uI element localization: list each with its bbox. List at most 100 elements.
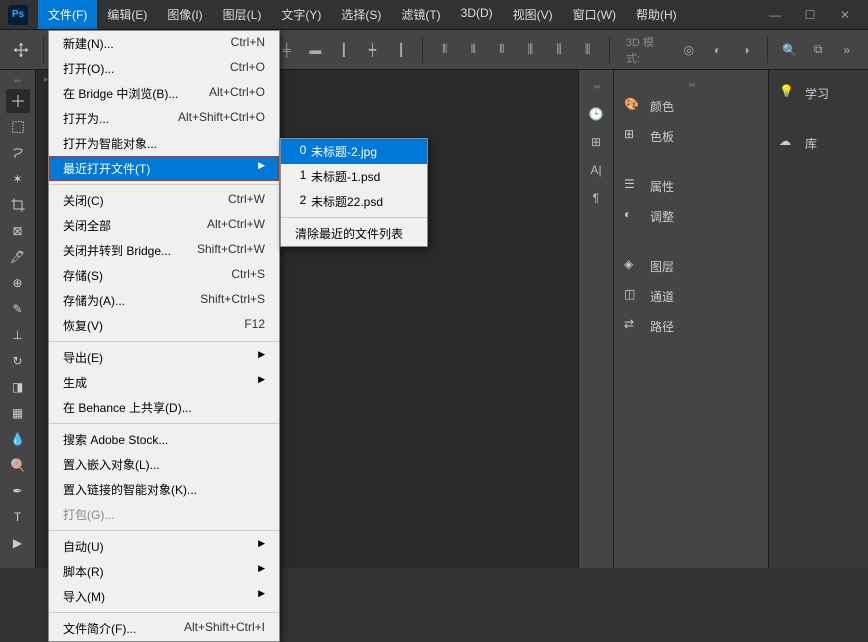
ruler-panel-icon[interactable]: ⊞ xyxy=(591,135,601,149)
panel-label: 库 xyxy=(805,135,817,152)
expand-icon[interactable]: » xyxy=(835,38,858,62)
brush-tool[interactable]: ✎ xyxy=(6,297,30,321)
properties-panel[interactable]: ☰属性 xyxy=(614,171,768,201)
dodge-tool[interactable]: 🍭 xyxy=(6,453,30,477)
adjustments-panel[interactable]: ◐调整 xyxy=(614,201,768,231)
share-icon[interactable]: ⧉ xyxy=(807,38,830,62)
menu-7[interactable]: 3D(D) xyxy=(451,0,503,29)
file-menu-item[interactable]: 新建(N)...Ctrl+N xyxy=(49,31,279,56)
search-icon[interactable]: 🔍 xyxy=(778,38,801,62)
learn-panel-stack: 💡学习 ☁库 xyxy=(768,70,868,568)
file-menu-item[interactable]: 存储(S)Ctrl+S xyxy=(49,263,279,288)
clear-recent[interactable]: 清除最近的文件列表 xyxy=(281,221,427,246)
menu-5[interactable]: 选择(S) xyxy=(331,0,391,29)
file-menu-item[interactable]: 最近打开文件(T) xyxy=(49,156,279,181)
eraser-tool[interactable]: ◨ xyxy=(6,375,30,399)
file-menu-item[interactable]: 存储为(A)...Shift+Ctrl+S xyxy=(49,288,279,313)
file-menu-item[interactable]: 关闭(C)Ctrl+W xyxy=(49,188,279,213)
move-tool[interactable] xyxy=(6,89,30,113)
minimize-button[interactable]: — xyxy=(765,8,785,22)
crop-tool[interactable] xyxy=(6,193,30,217)
move-tool-icon[interactable] xyxy=(10,38,33,62)
file-menu-item[interactable]: 自动(U) xyxy=(49,534,279,559)
file-menu-item[interactable]: 在 Bridge 中浏览(B)...Alt+Ctrl+O xyxy=(49,81,279,106)
file-menu-item[interactable]: 导出(E) xyxy=(49,345,279,370)
mode3d-zoom-icon[interactable]: ◑ xyxy=(735,38,758,62)
gradient-tool[interactable]: ▦ xyxy=(6,401,30,425)
file-menu-item[interactable]: 脚本(R) xyxy=(49,559,279,584)
file-menu-item[interactable]: 置入链接的智能对象(K)... xyxy=(49,477,279,502)
char-panel-icon[interactable]: A| xyxy=(590,163,601,177)
file-menu-item[interactable]: 恢复(V)F12 xyxy=(49,313,279,338)
layers-panel[interactable]: ◈图层 xyxy=(614,251,768,281)
menu-6[interactable]: 滤镜(T) xyxy=(391,0,450,29)
blur-tool[interactable]: 💧 xyxy=(6,427,30,451)
panel-stack: ◂◂ 🎨颜色 ⊞色板 ☰属性 ◐调整 ◈图层 ◫通道 ⇄路径 xyxy=(614,70,768,568)
healing-tool[interactable]: ⊕ xyxy=(6,271,30,295)
panel-label: 色板 xyxy=(650,128,674,145)
grip-icon: ◂◂ xyxy=(614,80,768,89)
close-button[interactable]: ✕ xyxy=(835,8,855,22)
file-menu-item[interactable]: 打开为...Alt+Shift+Ctrl+O xyxy=(49,106,279,131)
file-menu-item[interactable]: 导入(M) xyxy=(49,584,279,609)
maximize-button[interactable]: ☐ xyxy=(800,8,820,22)
marquee-tool[interactable] xyxy=(6,115,30,139)
path-select-tool[interactable]: ▶ xyxy=(6,531,30,555)
file-menu-item[interactable]: 关闭并转到 Bridge...Shift+Ctrl+W xyxy=(49,238,279,263)
file-menu-item[interactable]: 打开(O)...Ctrl+O xyxy=(49,56,279,81)
grip-icon: ◂◂ xyxy=(593,82,599,91)
file-menu-item[interactable]: 打开为智能对象... xyxy=(49,131,279,156)
distribute-icon[interactable]: ⫼ xyxy=(576,38,599,62)
type-tool[interactable]: T xyxy=(6,505,30,529)
swatches-panel[interactable]: ⊞色板 xyxy=(614,121,768,151)
file-menu-item[interactable]: 打包(G)... xyxy=(49,502,279,527)
panel-label: 调整 xyxy=(650,208,674,225)
learn-panel[interactable]: 💡学习 xyxy=(769,78,868,108)
panel-label: 学习 xyxy=(805,85,829,102)
file-menu-item[interactable]: 在 Behance 上共享(D)... xyxy=(49,395,279,420)
distribute-icon[interactable]: ⫴ xyxy=(462,38,485,62)
distribute-icon[interactable]: ⫴ xyxy=(433,38,456,62)
paths-panel[interactable]: ⇄路径 xyxy=(614,311,768,341)
menu-9[interactable]: 窗口(W) xyxy=(563,0,626,29)
align-icon[interactable]: ┿ xyxy=(361,38,384,62)
eyedropper-tool[interactable]: 🖊 xyxy=(6,245,30,269)
lasso-tool[interactable] xyxy=(6,141,30,165)
library-panel[interactable]: ☁库 xyxy=(769,128,868,158)
file-menu-item[interactable]: 文件简介(F)...Alt+Shift+Ctrl+I xyxy=(49,616,279,641)
distribute-icon[interactable]: ⫴ xyxy=(491,38,514,62)
color-panel[interactable]: 🎨颜色 xyxy=(614,91,768,121)
align-icon[interactable]: ┃ xyxy=(390,38,413,62)
menu-1[interactable]: 编辑(E) xyxy=(97,0,157,29)
file-menu-item[interactable]: 生成 xyxy=(49,370,279,395)
menu-0[interactable]: 文件(F) xyxy=(38,0,97,29)
recent-file-item[interactable]: 0 未标题-2.jpg xyxy=(281,139,427,164)
menu-4[interactable]: 文字(Y) xyxy=(271,0,331,29)
align-icon[interactable]: ▬ xyxy=(304,38,327,62)
file-menu-item[interactable]: 关闭全部Alt+Ctrl+W xyxy=(49,213,279,238)
recent-file-item[interactable]: 2 未标题22.psd xyxy=(281,189,427,214)
menu-10[interactable]: 帮助(H) xyxy=(626,0,687,29)
menu-8[interactable]: 视图(V) xyxy=(503,0,563,29)
stamp-tool[interactable]: ⊥ xyxy=(6,323,30,347)
history-panel-icon[interactable]: 🕒 xyxy=(589,107,604,121)
align-icon[interactable]: ┃ xyxy=(333,38,356,62)
file-menu-item[interactable]: 置入嵌入对象(L)... xyxy=(49,452,279,477)
window-controls: — ☐ ✕ xyxy=(765,8,855,22)
pen-tool[interactable]: ✒ xyxy=(6,479,30,503)
mode3d-pan-icon[interactable]: ◐ xyxy=(706,38,729,62)
quick-select-tool[interactable]: ✶ xyxy=(6,167,30,191)
panel-label: 图层 xyxy=(650,258,674,275)
distribute-icon[interactable]: ⫼ xyxy=(548,38,571,62)
distribute-icon[interactable]: ⫼ xyxy=(519,38,542,62)
panel-label: 颜色 xyxy=(650,98,674,115)
frame-tool[interactable]: ⊠ xyxy=(6,219,30,243)
channels-panel[interactable]: ◫通道 xyxy=(614,281,768,311)
history-brush-tool[interactable]: ↻ xyxy=(6,349,30,373)
menu-3[interactable]: 图层(L) xyxy=(213,0,272,29)
recent-file-item[interactable]: 1 未标题-1.psd xyxy=(281,164,427,189)
mode3d-orbit-icon[interactable]: ◎ xyxy=(678,38,701,62)
file-menu-item[interactable]: 搜索 Adobe Stock... xyxy=(49,427,279,452)
menu-2[interactable]: 图像(I) xyxy=(157,0,212,29)
paragraph-panel-icon[interactable]: ¶ xyxy=(593,191,599,205)
